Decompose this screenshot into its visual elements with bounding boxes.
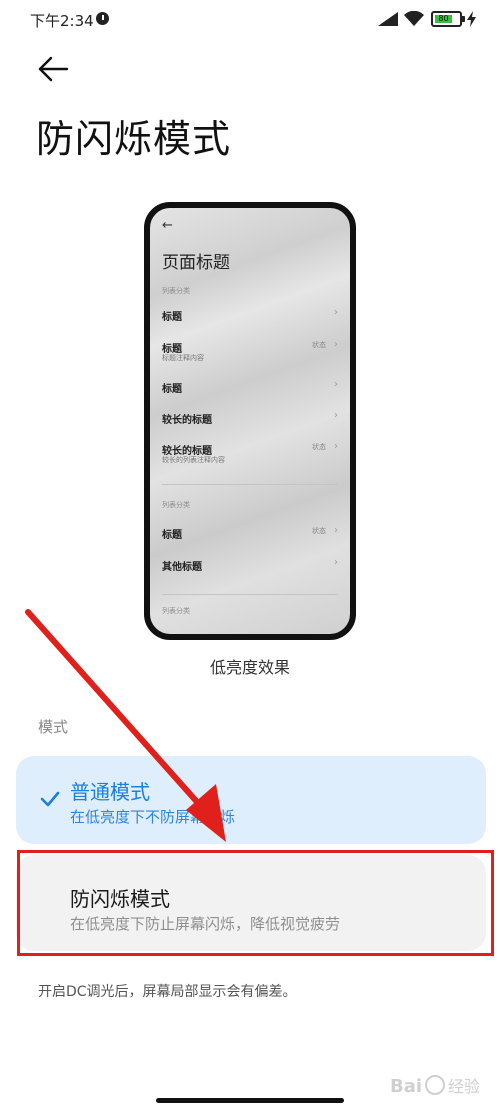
preview-list-row: 较长的标题 较长的列表注释内容 状态 › (162, 441, 338, 472)
preview-row-status: 状态 (312, 443, 326, 451)
preview-divider (162, 594, 338, 595)
signal-icon (378, 12, 398, 26)
mode-section-label: 模式 (38, 718, 69, 736)
mode-option-title: 普通模式 (70, 780, 150, 804)
svg-text:经验: 经验 (448, 1077, 480, 1096)
battery-icon: 80 (431, 11, 465, 27)
preview-row-title: 较长的标题 (162, 415, 212, 426)
preview-row-status: 状态 (312, 341, 326, 349)
preview-list-row: 标题 标题注释内容 状态 › (162, 339, 338, 370)
low-brightness-preview: ← 页面标题 列表分类 标题 › 标题 标题注释内容 状态 › 标题 › 较长的… (144, 202, 356, 640)
chevron-right-icon: › (334, 307, 338, 318)
preview-list-row: 较长的标题 › (162, 410, 338, 441)
chevron-right-icon: › (334, 339, 338, 350)
battery-level: 80 (435, 15, 452, 23)
preview-row-subtitle: 较长的列表注释内容 (162, 456, 225, 464)
page-title: 防闪烁模式 (36, 117, 232, 161)
preview-row-title: 标题 (162, 530, 182, 541)
preview-caption: 低亮度效果 (209, 658, 290, 677)
preview-list-row: 标题 › (162, 379, 338, 410)
back-arrow-icon (38, 56, 69, 82)
chevron-right-icon: › (334, 410, 338, 421)
annotation-highlight-box (17, 850, 494, 956)
preview-list-row: 标题 状态 › (162, 525, 338, 556)
mode-option-description: 在低亮度下不防屏幕闪烁 (70, 808, 236, 826)
preview-back-arrow-icon: ← (162, 218, 173, 233)
chevron-right-icon: › (334, 441, 338, 452)
preview-row-subtitle: 标题注释内容 (162, 354, 204, 362)
preview-row-title: 标题 (162, 312, 182, 323)
mode-option-normal[interactable]: 普通模式 在低亮度下不防屏幕闪烁 (16, 756, 486, 844)
baidu-jingyan-watermark: Bai 经验 (390, 1075, 480, 1097)
preview-row-status: 状态 (312, 527, 326, 535)
preview-list-row: 标题 › (162, 307, 338, 338)
status-time: 下午2:34 (30, 12, 94, 30)
svg-text:Bai: Bai (390, 1076, 422, 1097)
preview-category-label: 列表分类 (162, 287, 190, 295)
chevron-right-icon: › (334, 557, 338, 568)
preview-category-label: 列表分类 (162, 607, 190, 615)
preview-category-label: 列表分类 (162, 501, 190, 509)
checkmark-icon (40, 791, 60, 807)
preview-divider (162, 484, 338, 485)
preview-row-title: 标题 (162, 384, 182, 395)
chevron-right-icon: › (334, 379, 338, 390)
home-indicator[interactable] (156, 1098, 344, 1103)
dc-dimming-footnote: 开启DC调光后，屏幕局部显示会有偏差。 (38, 984, 297, 1000)
clock-icon (96, 12, 109, 25)
chevron-right-icon: › (334, 525, 338, 536)
status-bar: 下午2:34 80 (0, 0, 500, 40)
charging-bolt-icon (467, 11, 476, 27)
preview-row-title: 其他标题 (162, 562, 202, 573)
back-button[interactable] (36, 54, 70, 84)
preview-list-row: 其他标题 › (162, 557, 338, 588)
wifi-icon (404, 11, 424, 26)
preview-page-title: 页面标题 (162, 253, 230, 273)
